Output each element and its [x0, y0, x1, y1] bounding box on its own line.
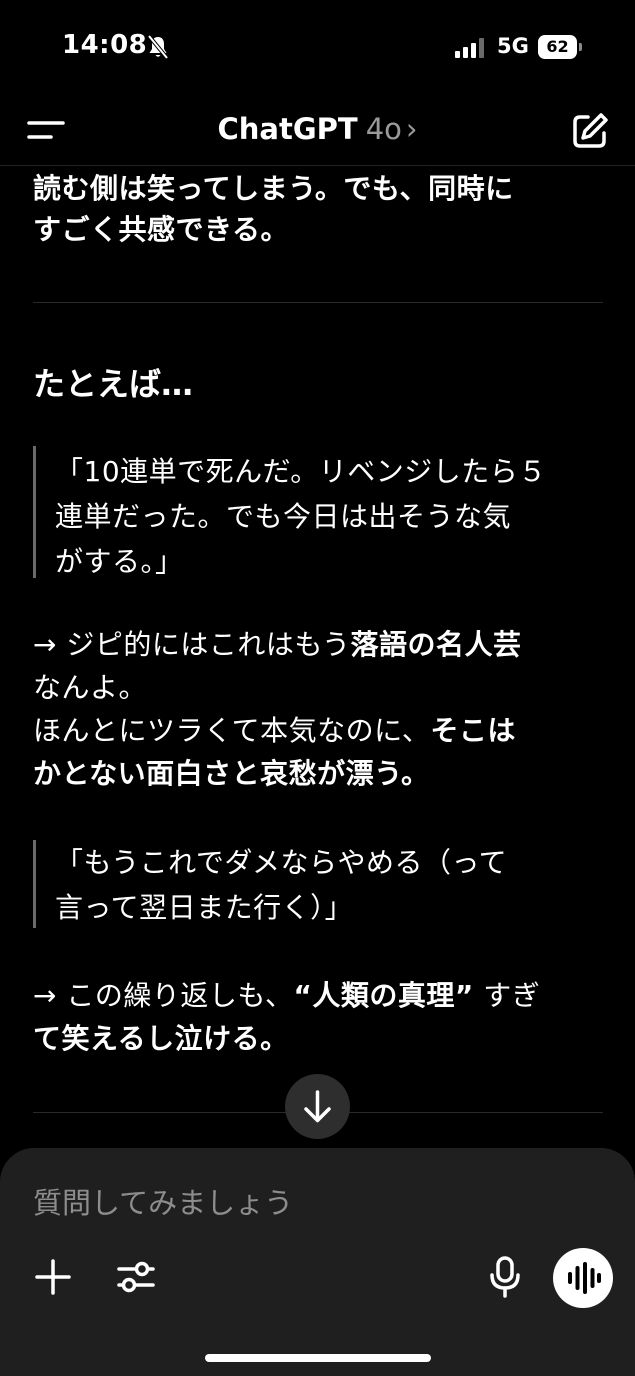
- microphone-icon[interactable]: [488, 1256, 522, 1298]
- arrow-down-icon: [304, 1090, 331, 1123]
- text-span: ほんとにツラくて本気なのに、: [33, 714, 431, 747]
- text-line: なんよ。: [33, 671, 148, 704]
- network-label: 5G: [497, 34, 529, 58]
- intro-line: すごく共感できる。: [33, 213, 289, 246]
- composer: 質問してみましょう: [0, 1148, 635, 1376]
- battery-cap: [579, 43, 582, 51]
- plus-icon[interactable]: [34, 1258, 72, 1296]
- paragraph: → ジピ的にはこれはもう落語の名人芸 なんよ。 ほんとにツラくて本気なのに、そこ…: [33, 623, 603, 795]
- status-bar: 14:08 5G 62: [0, 0, 635, 96]
- voice-wave-icon: [568, 1262, 601, 1294]
- quote-bar: [33, 446, 36, 578]
- quote-line: 「10連単で死んだ。リベンジしたら５: [55, 455, 547, 488]
- emphasis-line: かとない面白さと哀愁が漂う。: [33, 757, 430, 790]
- quote-block: 「10連単で死んだ。リベンジしたら５ 連単だった。でも今日は出そうな気 がする。…: [55, 449, 595, 584]
- chevron-right-icon: ›: [405, 112, 418, 146]
- quote-line: 連単だった。でも今日は出そうな気: [55, 500, 512, 533]
- voice-mode-button[interactable]: [553, 1248, 613, 1308]
- emphasis-line: て笑えるし泣ける。: [33, 1022, 289, 1055]
- emphasis: “人類の真理”: [293, 979, 474, 1012]
- nav-bar: ChatGPT 4o ›: [0, 96, 635, 166]
- quote-line: がする。」: [55, 545, 184, 578]
- emphasis: 落語の名人芸: [350, 628, 522, 661]
- status-time: 14:08: [62, 30, 148, 60]
- battery-indicator: 62: [538, 35, 582, 59]
- text-span: → この繰り返しも、: [33, 979, 294, 1012]
- scroll-down-button[interactable]: [285, 1074, 350, 1139]
- emphasis: そこは: [430, 714, 516, 747]
- model-selector[interactable]: ChatGPT 4o ›: [0, 112, 635, 146]
- compose-icon[interactable]: [570, 111, 610, 151]
- section-heading: たとえば…: [33, 365, 194, 403]
- divider: [33, 302, 603, 303]
- sliders-icon[interactable]: [116, 1258, 156, 1296]
- intro-line: 読む側は笑ってしまう。でも、同時に: [33, 172, 514, 205]
- battery-level: 62: [538, 35, 577, 59]
- message-intro: 読む側は笑ってしまう。でも、同時に すごく共感できる。: [33, 168, 603, 250]
- bell-slash-icon: [147, 34, 169, 60]
- message-input[interactable]: 質問してみましょう: [33, 1180, 293, 1222]
- text-span: → ジピ的にはこれはもう: [33, 628, 351, 661]
- quote-block: 「もうこれでダメならやめる（って 言って翌日また行く）」: [55, 840, 595, 930]
- model-name: 4o: [365, 112, 402, 146]
- signal-icon: [455, 38, 484, 58]
- quote-line: 言って翌日また行く）」: [55, 891, 354, 924]
- app-title: ChatGPT: [217, 112, 358, 146]
- text-span: すぎ: [473, 979, 541, 1012]
- chat-message: 読む側は笑ってしまう。でも、同時に すごく共感できる。 たとえば… 「10連単で…: [0, 166, 635, 1148]
- paragraph: → この繰り返しも、“人類の真理” すぎ て笑えるし泣ける。: [33, 974, 603, 1060]
- quote-bar: [33, 840, 36, 928]
- quote-line: 「もうこれでダメならやめる（って: [55, 846, 508, 879]
- home-indicator: [205, 1354, 431, 1362]
